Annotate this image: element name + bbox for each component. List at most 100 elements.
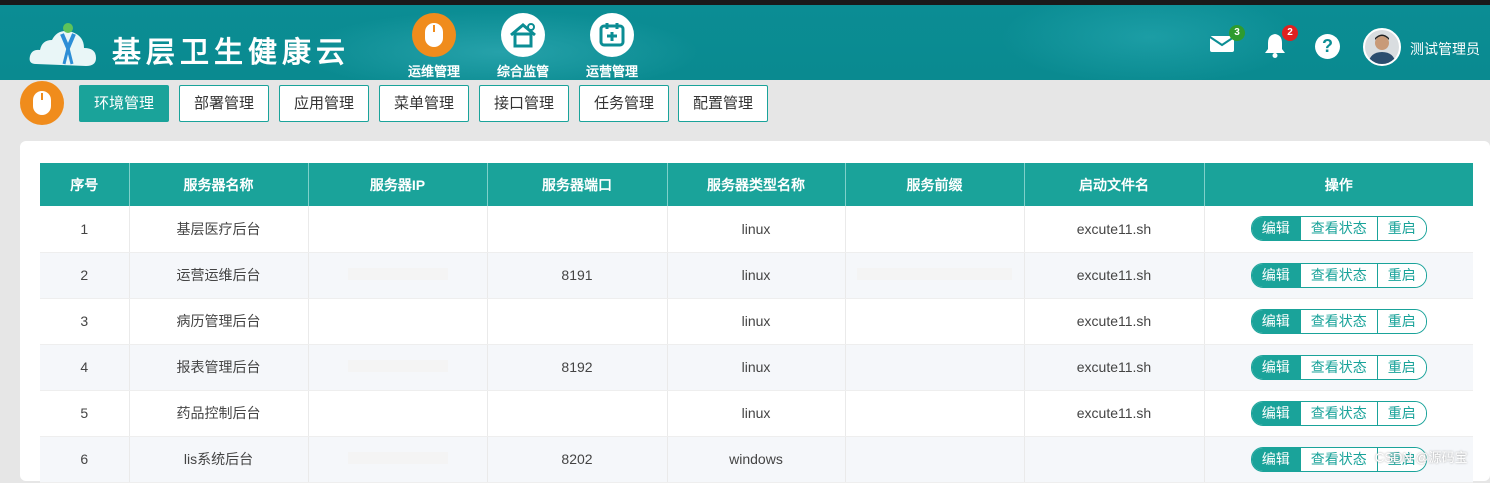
cell-ip <box>308 436 488 483</box>
action-group: 编辑 查看状态 重启 <box>1250 262 1427 288</box>
edit-button[interactable]: 编辑 <box>1251 355 1300 379</box>
tab-environment[interactable]: 环境管理 <box>79 85 170 122</box>
column-header: 服务器端口 <box>487 163 668 206</box>
edit-button[interactable]: 编辑 <box>1251 447 1300 471</box>
watermark: CSDN @源码宝 <box>1375 450 1468 465</box>
view-status-button[interactable]: 查看状态 <box>1299 309 1377 333</box>
cell-ip <box>308 206 488 253</box>
cell-no: 5 <box>40 390 130 437</box>
cell-actions: 编辑 查看状态 重启 <box>1204 252 1473 299</box>
edit-button[interactable]: 编辑 <box>1251 401 1300 425</box>
cell-actions: 编辑 查看状态 重启 <box>1204 344 1473 391</box>
header-glow <box>1000 5 1300 80</box>
cell-type: windows <box>667 436 846 483</box>
action-group: 编辑 查看状态 重启 <box>1250 216 1427 242</box>
restart-button[interactable]: 重启 <box>1376 401 1426 425</box>
column-header: 操作 <box>1204 163 1473 206</box>
masked-value <box>857 268 1012 280</box>
cell-port <box>487 298 668 345</box>
restart-button[interactable]: 重启 <box>1376 217 1426 241</box>
module-label: 运维管理 <box>407 64 460 79</box>
cell-actions: 编辑 查看状态 重启 <box>1204 206 1473 253</box>
cell-prefix <box>845 206 1025 253</box>
cell-name: 病历管理后台 <box>129 298 309 345</box>
tab-interface[interactable]: 接口管理 <box>479 85 570 122</box>
cell-name: 报表管理后台 <box>129 344 309 391</box>
cell-file: excute11.sh <box>1024 344 1205 391</box>
column-header: 服务器名称 <box>129 163 309 206</box>
top-header: 基层卫生健康云 运维管理 综合监管 运营管理 3 2 ? 测试管理员 <box>0 0 1490 80</box>
tab-application[interactable]: 应用管理 <box>279 85 370 122</box>
tab-config[interactable]: 配置管理 <box>678 85 769 122</box>
tab-menu[interactable]: 菜单管理 <box>379 85 470 122</box>
table-row: 3 病历管理后台 linux excute11.sh 编辑 查看状态 重启 <box>40 298 1473 345</box>
cell-port <box>487 390 668 437</box>
cell-file: excute11.sh <box>1024 206 1205 253</box>
module-label: 运营管理 <box>585 64 638 79</box>
table-row: 4 报表管理后台 8192 linux excute11.sh 编辑 查看状态 重启 <box>40 344 1473 391</box>
cell-type: linux <box>667 298 846 345</box>
calendar-plus-icon <box>590 13 634 57</box>
cell-no: 2 <box>40 252 130 299</box>
avatar[interactable] <box>1363 28 1401 66</box>
cell-file: excute11.sh <box>1024 298 1205 345</box>
cell-name: 基层医疗后台 <box>129 206 309 253</box>
cell-prefix <box>845 390 1025 437</box>
action-group: 编辑 查看状态 重启 <box>1250 308 1427 334</box>
cell-ip <box>308 298 488 345</box>
table-row: 5 药品控制后台 linux excute11.sh 编辑 查看状态 重启 <box>40 390 1473 437</box>
view-status-button[interactable]: 查看状态 <box>1299 355 1377 379</box>
home-settings-icon <box>501 13 545 57</box>
module-label: 综合监管 <box>496 64 549 79</box>
table-row: 6 lis系统后台 8202 windows 编辑 查看状态 重启 <box>40 436 1473 483</box>
view-status-button[interactable]: 查看状态 <box>1299 217 1377 241</box>
cell-type: linux <box>667 390 846 437</box>
cloud-logo-icon <box>29 23 97 66</box>
tab-deployment[interactable]: 部署管理 <box>179 85 270 122</box>
cell-port <box>487 206 668 253</box>
table-row: 1 基层医疗后台 linux excute11.sh 编辑 查看状态 重启 <box>40 206 1473 253</box>
view-status-button[interactable]: 查看状态 <box>1299 401 1377 425</box>
help-icon: ? <box>1322 36 1333 56</box>
module-supervision[interactable]: 综合监管 <box>483 13 563 80</box>
cell-type: linux <box>667 344 846 391</box>
cell-port: 8191 <box>487 252 668 299</box>
module-operations[interactable]: 运营管理 <box>572 13 652 80</box>
cell-ip <box>308 390 488 437</box>
restart-button[interactable]: 重启 <box>1376 263 1426 287</box>
column-header: 服务器IP <box>308 163 488 206</box>
mail-button[interactable]: 3 <box>1209 25 1245 59</box>
user-name[interactable]: 测试管理员 <box>1410 39 1480 59</box>
module-ops-management[interactable]: 运维管理 <box>394 13 474 80</box>
table-header-row: 序号 服务器名称 服务器IP 服务器端口 服务器类型名称 服务前缀 启动文件名 … <box>40 163 1473 206</box>
edit-button[interactable]: 编辑 <box>1251 309 1300 333</box>
tab-task[interactable]: 任务管理 <box>579 85 670 122</box>
column-header: 服务器类型名称 <box>667 163 846 206</box>
action-group: 编辑 查看状态 重启 <box>1250 354 1427 380</box>
mouse-icon <box>412 13 456 57</box>
cell-ip <box>308 252 488 299</box>
edit-button[interactable]: 编辑 <box>1251 217 1300 241</box>
restart-button[interactable]: 重启 <box>1376 309 1426 333</box>
edit-button[interactable]: 编辑 <box>1251 263 1300 287</box>
masked-value <box>347 360 448 372</box>
cell-file: excute11.sh <box>1024 390 1205 437</box>
cell-name: 药品控制后台 <box>129 390 309 437</box>
notice-count-badge: 2 <box>1282 25 1298 41</box>
cell-no: 1 <box>40 206 130 253</box>
view-status-button[interactable]: 查看状态 <box>1299 447 1377 471</box>
column-header: 启动文件名 <box>1024 163 1205 206</box>
server-table: 序号 服务器名称 服务器IP 服务器端口 服务器类型名称 服务前缀 启动文件名 … <box>40 163 1473 483</box>
cell-port: 8192 <box>487 344 668 391</box>
cell-prefix <box>845 436 1025 483</box>
cell-port: 8202 <box>487 436 668 483</box>
notification-button[interactable]: 2 <box>1264 25 1298 63</box>
table-row: 2 运营运维后台 8191 linux excute11.sh 编辑 查看状态 重启 <box>40 252 1473 299</box>
restart-button[interactable]: 重启 <box>1376 355 1426 379</box>
cell-no: 4 <box>40 344 130 391</box>
help-button[interactable]: ? <box>1315 34 1340 59</box>
cell-prefix <box>845 344 1025 391</box>
column-header: 序号 <box>40 163 130 206</box>
view-status-button[interactable]: 查看状态 <box>1299 263 1377 287</box>
cell-name: lis系统后台 <box>129 436 309 483</box>
